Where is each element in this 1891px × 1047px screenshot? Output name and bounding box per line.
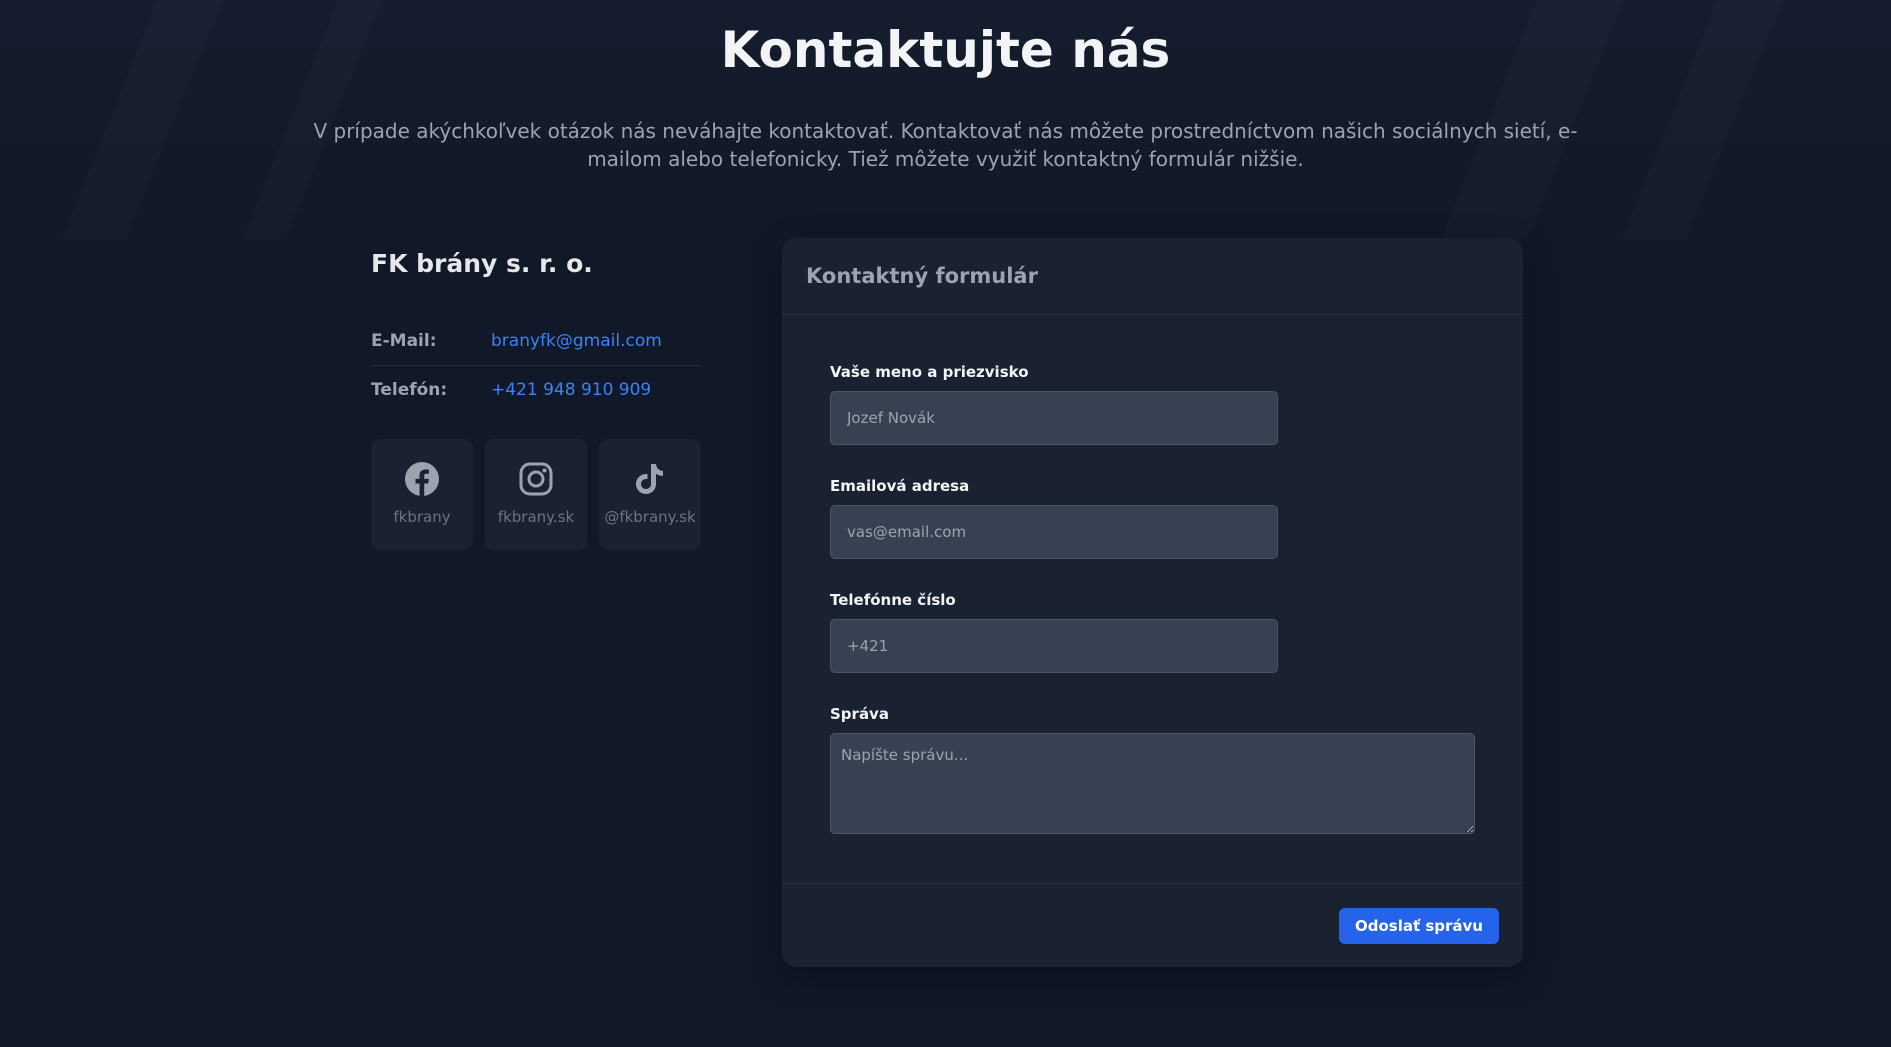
email-input[interactable] xyxy=(830,505,1278,559)
email-label: E-Mail: xyxy=(371,331,437,351)
message-label: Správa xyxy=(830,705,889,723)
page-subtitle: V prípade akýchkoľvek otázok nás neváhaj… xyxy=(313,119,1578,171)
form-title: Kontaktný formulár xyxy=(806,264,1038,288)
page-title: Kontaktujte nás xyxy=(720,21,1171,79)
tiktok-icon xyxy=(599,461,701,499)
email-row: E-Mail: branyfk@gmail.com xyxy=(371,317,701,366)
facebook-icon xyxy=(371,461,473,499)
submit-button[interactable]: Odoslať správu xyxy=(1338,908,1499,944)
social-handle: fkbrany.sk xyxy=(497,508,575,526)
email-field-label: Emailová adresa xyxy=(830,477,970,495)
name-label: Vaše meno a priezvisko xyxy=(830,363,1029,381)
message-textarea[interactable] xyxy=(830,733,1475,834)
phone-row: Telefón: +421 948 910 909 xyxy=(371,366,701,414)
contact-page: Kontaktujte nás V prípade akýchkoľvek ot… xyxy=(0,0,1891,1047)
social-handle: fkbrany xyxy=(393,508,451,526)
card-header: Kontaktný formulár xyxy=(782,238,1523,315)
phone-label: Telefón: xyxy=(371,380,448,400)
phone-field-label: Telefónne číslo xyxy=(830,591,956,609)
phone-input[interactable] xyxy=(830,619,1278,673)
contact-form-card: Kontaktný formulár Vaše meno a priezvisk… xyxy=(782,238,1523,967)
social-tiktok[interactable]: @fkbrany.sk xyxy=(599,439,701,550)
social-handle: @fkbrany.sk xyxy=(604,508,696,526)
company-name: FK brány s. r. o. xyxy=(371,249,593,278)
social-instagram[interactable]: fkbrany.sk xyxy=(485,439,587,550)
name-input[interactable] xyxy=(830,391,1278,445)
phone-link[interactable]: +421 948 910 909 xyxy=(491,380,651,400)
email-link[interactable]: branyfk@gmail.com xyxy=(491,331,662,351)
social-facebook[interactable]: fkbrany xyxy=(371,439,473,550)
instagram-icon xyxy=(485,461,587,499)
card-footer: Odoslať správu xyxy=(782,883,1523,968)
